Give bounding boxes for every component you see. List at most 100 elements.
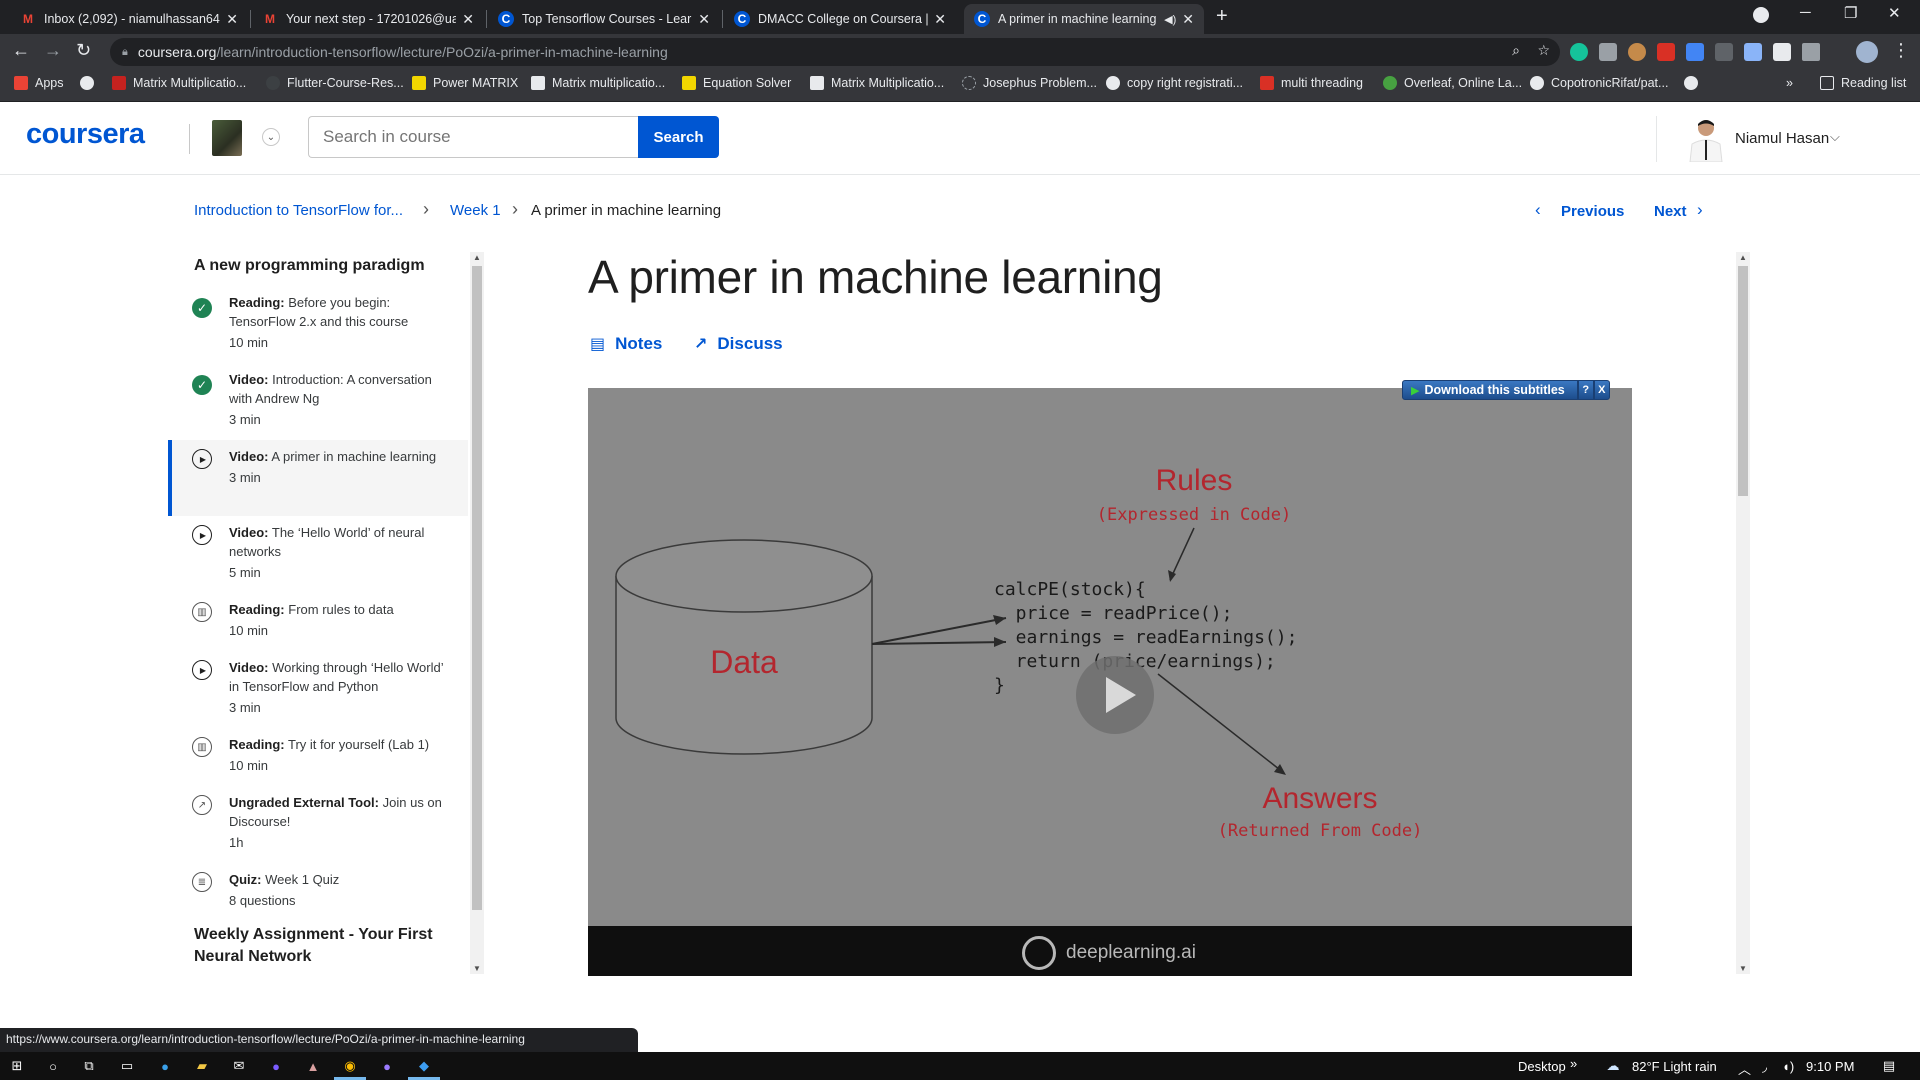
- extension-icon[interactable]: [1628, 43, 1646, 61]
- bookmark-copyright[interactable]: copy right registrati...: [1106, 76, 1243, 90]
- volume-icon[interactable]: ◖): [1782, 1059, 1794, 1074]
- notifications-icon[interactable]: ▤: [1880, 1057, 1898, 1075]
- close-tab-icon[interactable]: ✕: [226, 11, 238, 28]
- sidebar-scrollbar-thumb[interactable]: [472, 266, 482, 910]
- address-bar[interactable]: 🔒︎ coursera.org/learn/introduction-tenso…: [110, 38, 1560, 66]
- bookmark-star-icon[interactable]: ☆: [1537, 42, 1550, 59]
- video-player[interactable]: Data Rules (Expressed in Code) calcPE(st…: [588, 388, 1632, 976]
- forward-button[interactable]: →: [44, 40, 62, 61]
- terminal-icon[interactable]: ▭: [118, 1057, 136, 1075]
- bookmark-copotronic[interactable]: CopotronicRifat/pat...: [1530, 76, 1668, 90]
- search-icon[interactable]: ○: [44, 1057, 62, 1075]
- browser-tab-gmail-next-step[interactable]: M Your next step - 17201026@uap- ✕: [252, 4, 484, 34]
- bookmark-matrix-2[interactable]: Matrix multiplicatio...: [531, 76, 665, 90]
- user-name[interactable]: Niamul Hasan: [1735, 130, 1829, 147]
- breadcrumb-week[interactable]: Week 1: [450, 202, 501, 219]
- profile-avatar-icon[interactable]: [1856, 41, 1878, 63]
- tab-search-icon[interactable]: [1753, 7, 1769, 23]
- bookmark-multithreading[interactable]: multi threading: [1260, 76, 1363, 90]
- task-view-icon[interactable]: ⧉: [80, 1057, 98, 1075]
- sidebar-item[interactable]: ▥ Reading: Try it for yourself (Lab 1) 10…: [168, 735, 468, 777]
- play-button[interactable]: [1076, 656, 1154, 734]
- download-subtitles-button[interactable]: ▶ Download this subtitles: [1402, 380, 1578, 400]
- chevron-down-icon[interactable]: ⌵: [1830, 129, 1840, 145]
- course-thumbnail[interactable]: [212, 120, 242, 156]
- browser-tab-top-tensorflow[interactable]: C Top Tensorflow Courses - Learn T ✕: [488, 4, 720, 34]
- toolbar-expand-icon[interactable]: »: [1570, 1056, 1577, 1071]
- bookmark-matrix-3[interactable]: Matrix Multiplicatio...: [810, 76, 944, 90]
- bookmark-icon-only-2[interactable]: [1684, 76, 1705, 90]
- chevron-down-icon[interactable]: ⌄: [262, 128, 280, 146]
- extension-icon[interactable]: [1715, 43, 1733, 61]
- chevron-right-icon[interactable]: ›: [1697, 200, 1703, 220]
- desktop-toolbar-label[interactable]: Desktop: [1518, 1059, 1566, 1074]
- vscode-icon[interactable]: ◆: [415, 1057, 433, 1075]
- sidebar-section-title[interactable]: Weekly Assignment - Your First Neural Ne…: [194, 924, 454, 968]
- sidebar-item-active[interactable]: ▶ Video: A primer in machine learning 3 m…: [168, 440, 468, 516]
- close-tab-icon[interactable]: ✕: [934, 11, 946, 28]
- bookmarks-overflow-icon[interactable]: »: [1786, 76, 1793, 90]
- subtitles-close-button[interactable]: X: [1593, 380, 1610, 400]
- bookmark-power-matrix[interactable]: Power MATRIX: [412, 76, 518, 90]
- new-tab-button[interactable]: +: [1216, 5, 1228, 28]
- browser-tab-dmacc[interactable]: C DMACC College on Coursera | Co ✕: [724, 4, 956, 34]
- app-icon[interactable]: ▲: [304, 1057, 322, 1075]
- browser-menu-icon[interactable]: ⋮: [1892, 40, 1910, 61]
- bookmark-icon-only[interactable]: [80, 76, 101, 90]
- reload-button[interactable]: ↻: [76, 40, 91, 61]
- scroll-up-arrow[interactable]: ▲: [473, 253, 481, 262]
- edge-icon[interactable]: ●: [156, 1057, 174, 1075]
- download-extension-icon[interactable]: [1686, 43, 1704, 61]
- puzzle-extensions-icon[interactable]: [1773, 43, 1791, 61]
- chrome-icon[interactable]: ◉: [341, 1057, 359, 1075]
- chevron-left-icon[interactable]: ‹: [1535, 200, 1541, 220]
- file-explorer-icon[interactable]: ▰: [193, 1057, 211, 1075]
- bookmark-matrix-1[interactable]: Matrix Multiplicatio...: [112, 76, 246, 90]
- back-button[interactable]: ←: [12, 40, 30, 61]
- sidebar-scrollbar[interactable]: ▲ ▼: [470, 252, 484, 974]
- windows-start-icon[interactable]: ⊞: [8, 1057, 26, 1075]
- close-tab-icon[interactable]: ✕: [462, 11, 474, 28]
- restore-button[interactable]: ❐: [1844, 4, 1857, 22]
- close-tab-icon[interactable]: ✕: [1182, 11, 1194, 28]
- weather-label[interactable]: 82°F Light rain: [1632, 1059, 1717, 1074]
- clock[interactable]: 9:10 PM: [1806, 1059, 1854, 1074]
- sidebar-item[interactable]: ≣ Quiz: Week 1 Quiz 8 questions: [168, 870, 468, 912]
- sidebar-item[interactable]: ↗ Ungraded External Tool: Join us on Dis…: [168, 793, 468, 853]
- close-tab-icon[interactable]: ✕: [698, 11, 710, 28]
- extension-icon[interactable]: [1657, 43, 1675, 61]
- previous-button[interactable]: Previous: [1561, 203, 1624, 220]
- media-control-icon[interactable]: [1802, 43, 1820, 61]
- search-input[interactable]: [308, 116, 638, 158]
- wifi-icon[interactable]: ◞: [1762, 1059, 1767, 1075]
- speaker-muted-icon[interactable]: ◀︎): [1164, 13, 1176, 26]
- breadcrumb-course[interactable]: Introduction to TensorFlow for...: [194, 202, 403, 219]
- coursera-logo[interactable]: coursera: [26, 118, 145, 151]
- sidebar-item[interactable]: ▥ Reading: From rules to data 10 min: [168, 600, 468, 642]
- bookmark-overleaf[interactable]: Overleaf, Online La...: [1383, 76, 1522, 90]
- search-button[interactable]: Search: [638, 116, 719, 158]
- next-button[interactable]: Next: [1654, 203, 1687, 220]
- bookmark-flutter[interactable]: Flutter-Course-Res...: [266, 76, 404, 90]
- discord-icon[interactable]: ●: [378, 1057, 396, 1075]
- reading-list-button[interactable]: Reading list: [1820, 76, 1906, 90]
- zoom-icon[interactable]: ⌕: [1512, 42, 1520, 59]
- page-scrollbar-thumb[interactable]: [1738, 266, 1748, 496]
- browser-tab-gmail-inbox[interactable]: M Inbox (2,092) - niamulhassan64@ ✕: [10, 4, 248, 34]
- subtitles-help-button[interactable]: ?: [1577, 380, 1594, 400]
- pen-extension-icon[interactable]: [1744, 43, 1762, 61]
- scroll-down-arrow[interactable]: ▼: [1739, 964, 1747, 973]
- avatar[interactable]: [1686, 116, 1726, 162]
- scroll-up-arrow[interactable]: ▲: [1739, 253, 1747, 262]
- cloud-rain-icon[interactable]: ☁: [1604, 1057, 1622, 1075]
- close-window-button[interactable]: ✕: [1888, 4, 1901, 22]
- sidebar-item[interactable]: ✓ Video: Introduction: A conversation wi…: [168, 370, 468, 430]
- tray-expand-icon[interactable]: ︿: [1738, 1059, 1751, 1078]
- sidebar-item[interactable]: ✓ Reading: Before you begin: TensorFlow …: [168, 293, 468, 353]
- mail-icon[interactable]: ✉: [230, 1057, 248, 1075]
- bookmark-apps[interactable]: Apps: [14, 76, 64, 90]
- minimize-button[interactable]: ─: [1800, 4, 1811, 21]
- lock-icon[interactable]: 🔒︎: [122, 46, 128, 59]
- notes-button[interactable]: ▤ Notes: [590, 334, 662, 354]
- scroll-down-arrow[interactable]: ▼: [473, 964, 481, 973]
